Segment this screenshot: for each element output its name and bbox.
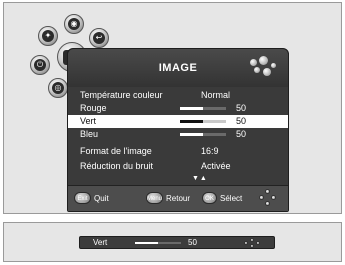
power-icon[interactable]: ⏻: [30, 55, 50, 75]
exit-label: Quit: [94, 194, 109, 203]
menu-decoration-icon: [248, 55, 278, 79]
menu-row-rouge[interactable]: Rouge 50: [68, 102, 288, 115]
picture-menu-panel: IMAGE Température couleur Normal Rouge 5…: [67, 48, 289, 212]
return-icon[interactable]: ↩: [89, 28, 109, 48]
quick-level-bar[interactable]: [135, 242, 181, 244]
quick-adjust-value: 50: [188, 238, 197, 247]
exit-key-icon[interactable]: Exit: [74, 192, 91, 204]
level-bar[interactable]: [180, 120, 226, 123]
menu-footer: Exit Quit Menu Retour OK Sélect: [68, 185, 288, 211]
ok-key-icon[interactable]: OK: [202, 192, 217, 204]
menu-row-noise[interactable]: Réduction du bruit Activée: [68, 160, 288, 173]
menu-row-format[interactable]: Format de l'image 16:9: [68, 145, 288, 158]
menu-header: IMAGE: [68, 49, 288, 87]
quick-adjust-label: Vert: [93, 238, 108, 247]
menu-row-temperature[interactable]: Température couleur Normal: [68, 89, 288, 102]
quick-adjust-bar: Vert 50: [79, 236, 275, 249]
menu-row-bleu[interactable]: Bleu 50: [68, 128, 288, 141]
ok-select-label: Sélect: [220, 194, 243, 203]
menu-row-vert[interactable]: Vert 50: [68, 115, 288, 128]
level-bar[interactable]: [180, 107, 226, 110]
level-bar[interactable]: [180, 133, 226, 136]
disc-icon[interactable]: ◎: [48, 78, 68, 98]
scroll-arrows-icon[interactable]: ▼▲: [192, 175, 208, 182]
menu-key-icon[interactable]: Menu: [146, 192, 163, 204]
menu-return-label: Retour: [166, 194, 191, 203]
globe-icon[interactable]: ◉: [64, 14, 84, 34]
satellite-icon[interactable]: ✦: [38, 26, 58, 46]
nav-dpad-icon: [258, 189, 278, 207]
quick-nav-icon: [242, 238, 262, 249]
